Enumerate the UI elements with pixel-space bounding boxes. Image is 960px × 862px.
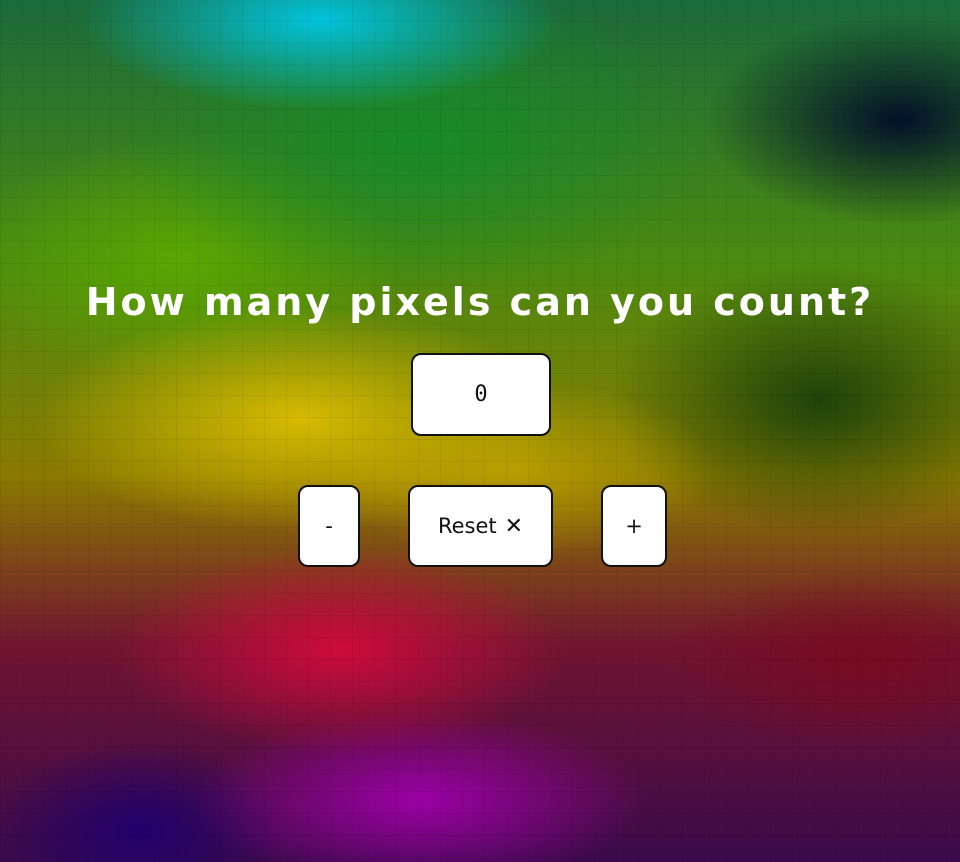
increment-label: + <box>625 514 643 538</box>
counter-display: 0 <box>411 353 551 436</box>
reset-label: Reset <box>437 514 497 538</box>
page-title: How many pixels can you count? <box>85 280 875 324</box>
reset-button[interactable]: Reset ✕ <box>408 485 553 567</box>
decrement-label: - <box>325 514 333 538</box>
counter-value: 0 <box>474 382 488 407</box>
decrement-button[interactable]: - <box>298 485 360 567</box>
close-icon: ✕ <box>504 513 524 539</box>
increment-button[interactable]: + <box>601 485 667 567</box>
